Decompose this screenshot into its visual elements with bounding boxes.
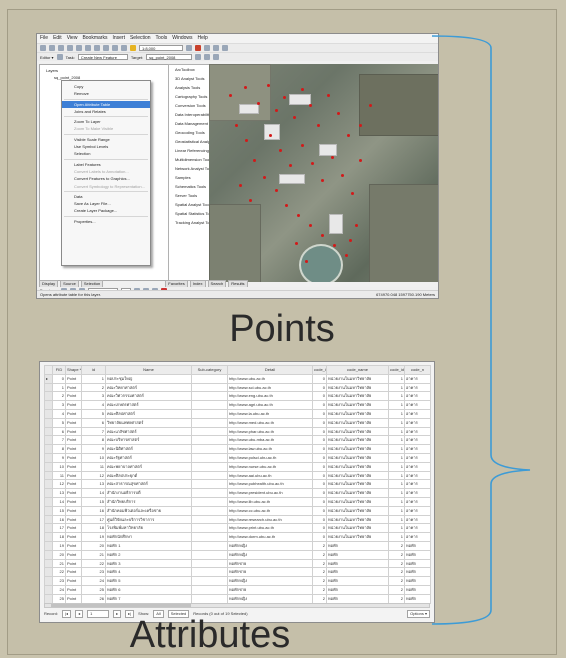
brace-path [431, 35, 531, 625]
brace-bracket [431, 35, 531, 625]
